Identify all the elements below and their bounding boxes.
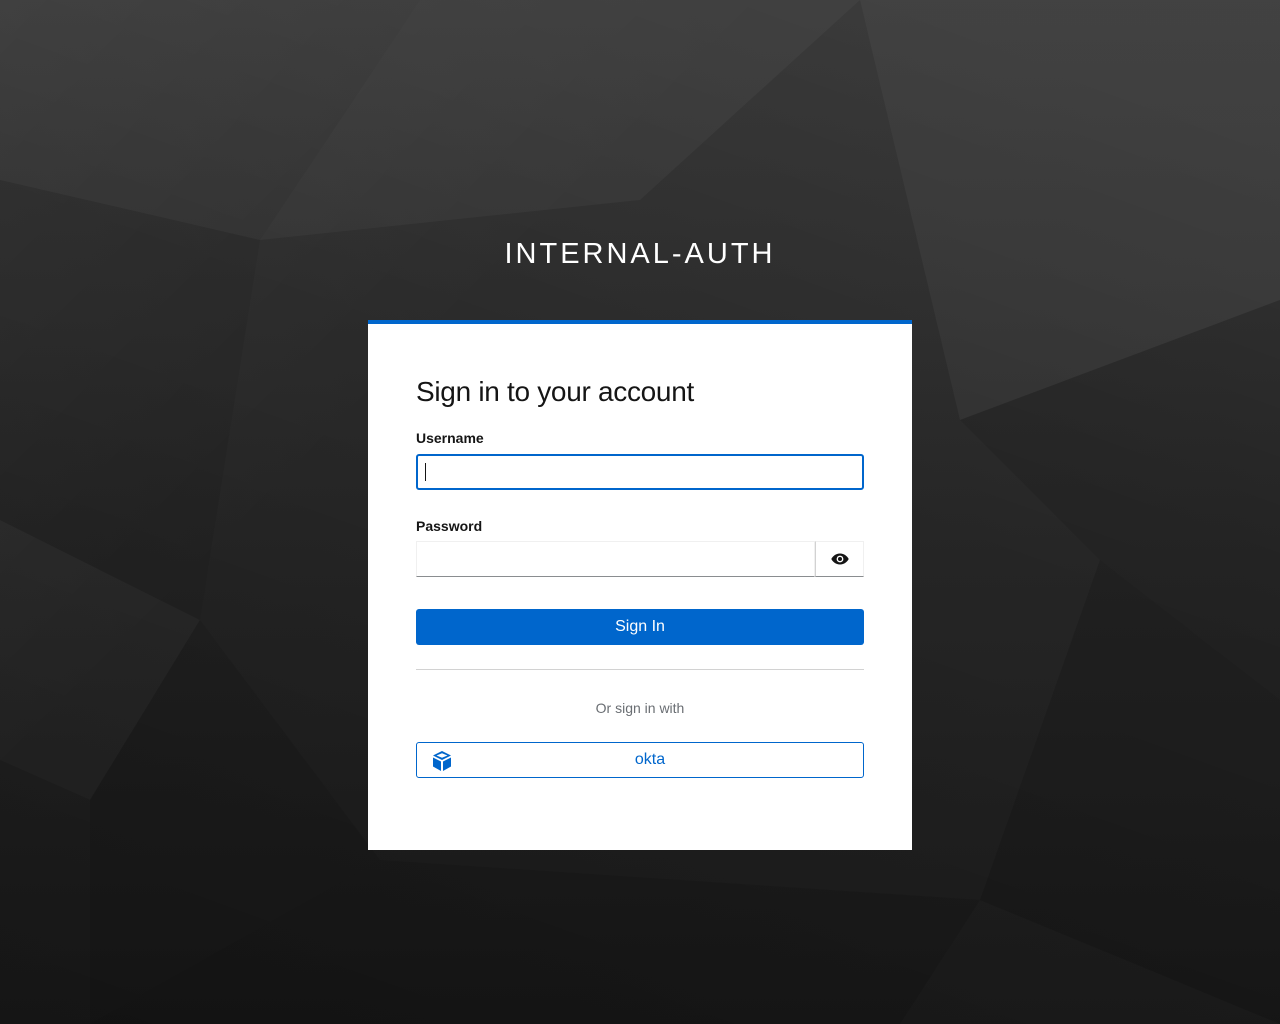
password-label: Password (416, 518, 483, 534)
password-field-group (416, 541, 864, 577)
username-input[interactable] (416, 454, 864, 490)
password-input[interactable] (416, 541, 815, 577)
okta-signin-button[interactable]: okta (416, 742, 864, 778)
text-caret (425, 463, 426, 481)
login-card: Sign in to your account Username Passwor… (368, 320, 912, 850)
sign-in-button[interactable]: Sign In (416, 609, 864, 645)
username-label: Username (416, 430, 484, 446)
cube-icon (433, 751, 451, 771)
divider (416, 669, 864, 670)
eye-icon (830, 553, 849, 565)
show-password-button[interactable] (815, 541, 864, 577)
realm-title: INTERNAL-AUTH (504, 238, 776, 270)
alternate-signin-text: Or sign in with (595, 700, 685, 716)
page-title: Sign in to your account (416, 376, 694, 407)
okta-label: okta (634, 751, 666, 768)
